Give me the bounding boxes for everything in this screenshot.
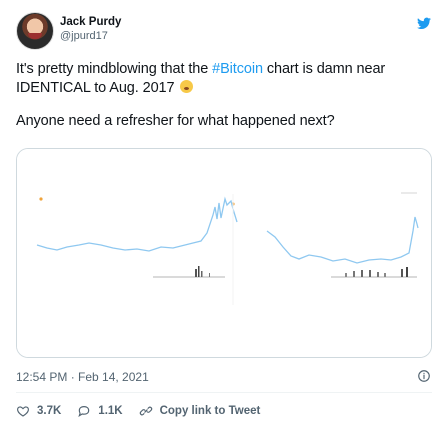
chart-background [17,149,431,357]
twitter-bird-icon[interactable] [416,15,432,31]
left-chart-marker [39,197,43,201]
tweet-divider [16,392,432,393]
right-volume-spike [345,273,347,277]
tweet-header: Jack Purdy @jpurd17 [16,10,432,52]
left-volume-spike [195,269,197,277]
link-icon [139,406,152,416]
tweet-actions: 3.7K 1.1K Copy link to Tweet [16,402,276,420]
left-chart-tiny-label: · [46,198,47,202]
left-volume-spike [198,266,200,277]
right-volume-spike [369,270,371,277]
like-button[interactable]: 3.7K [16,404,61,418]
tweet-body: It's pretty mindblowing that the #Bitcoi… [16,60,432,145]
heart-icon [17,406,29,417]
copy-link-label: Copy link to Tweet [159,405,261,417]
tweet-image[interactable]: · [16,148,432,358]
display-name[interactable]: Jack Purdy [60,15,121,29]
tweet-timestamp[interactable]: 12:54 PM · Feb 14, 2021 [16,370,149,384]
handle[interactable]: @jpurd17 [60,29,121,43]
bitcoin-chart-image: · [17,149,431,357]
like-count: 3.7K [37,405,62,417]
surprised-face-icon [180,80,194,93]
left-volume-spike [209,273,210,277]
tweet-paragraph-1: It's pretty mindblowing that the #Bitcoi… [16,60,432,98]
right-volume-spike [353,271,355,277]
left-volume-spike [201,271,203,277]
right-volume-spike [406,267,408,277]
reply-count: 1.1K [98,405,123,417]
right-volume-spike [401,269,403,277]
right-volume-spike [361,270,363,277]
copy-link-button[interactable]: Copy link to Tweet [139,404,261,418]
hashtag-link[interactable]: #Bitcoin [212,61,263,77]
info-icon[interactable] [417,369,431,383]
tweet-text-part: It's pretty mindblowing that the [16,61,213,77]
author-block[interactable]: Jack Purdy @jpurd17 [60,15,121,43]
right-volume-spike [377,272,379,277]
right-volume-spike [384,273,386,277]
tweet-card: Jack Purdy @jpurd17 It's pretty mindblow… [0,0,448,433]
reply-button[interactable]: 1.1K [77,404,123,418]
reply-bubble-icon [78,406,90,417]
avatar[interactable] [16,12,54,50]
tweet-paragraph-2: Anyone need a refresher for what happene… [16,113,335,129]
